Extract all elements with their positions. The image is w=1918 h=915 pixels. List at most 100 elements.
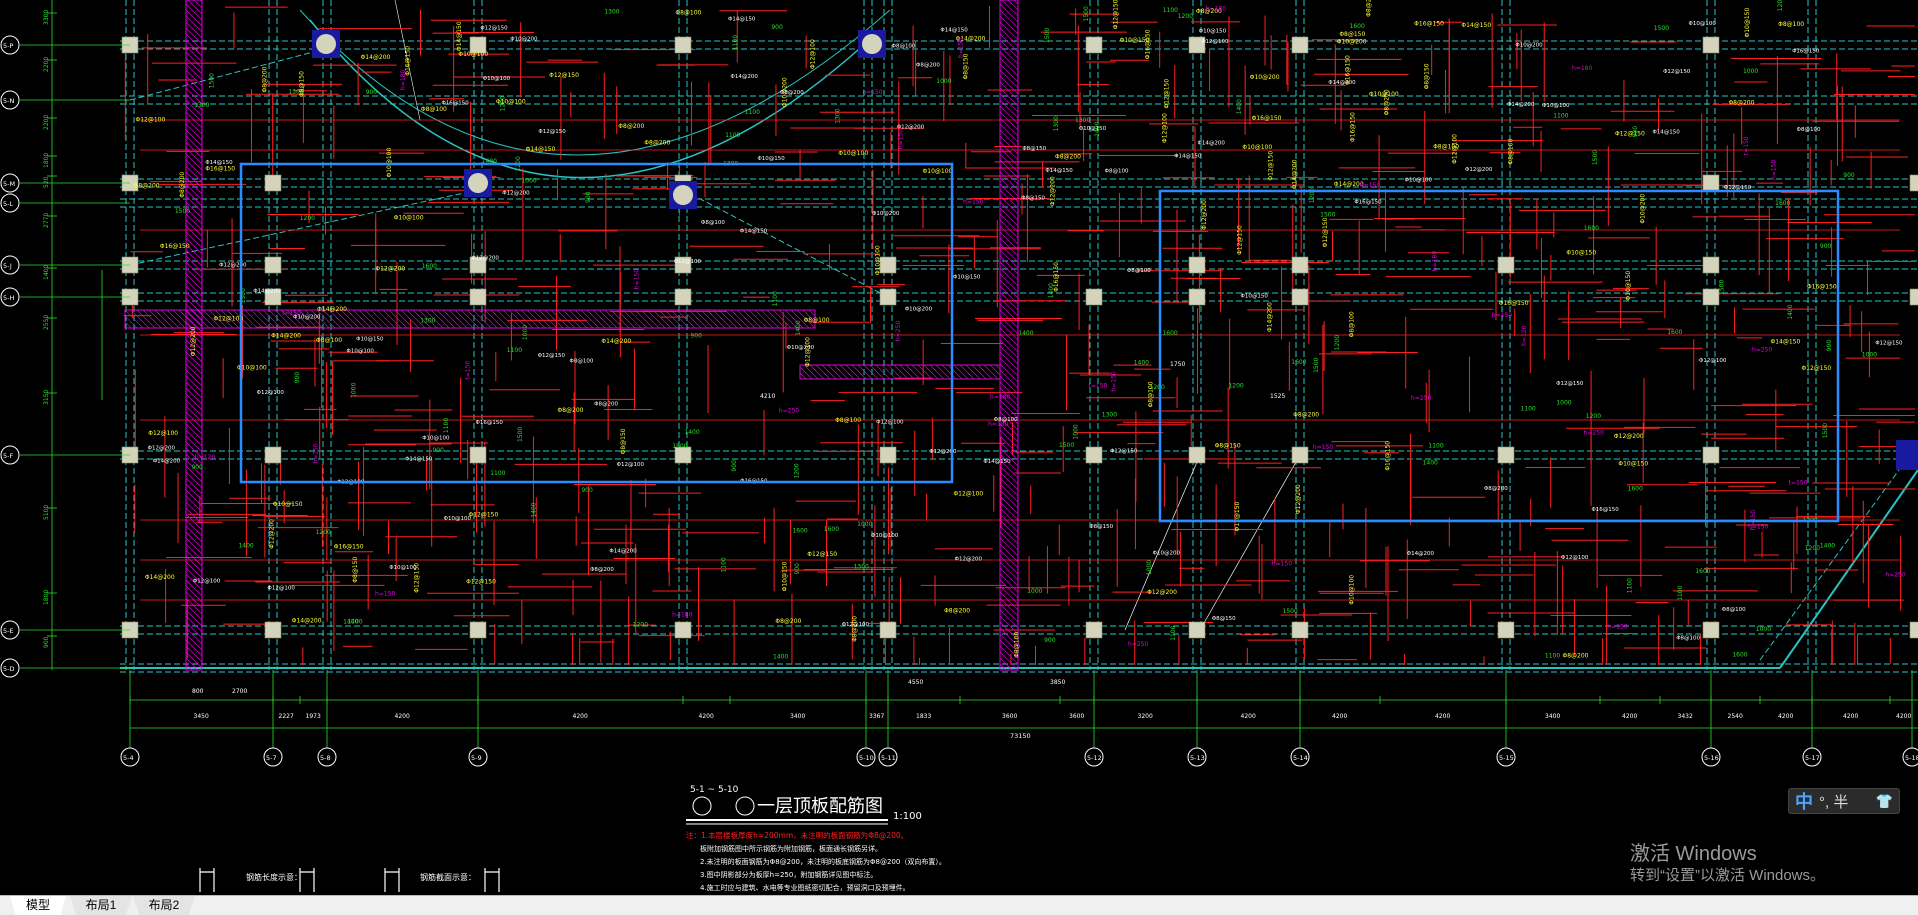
rebar-label: Φ12@150 — [1801, 365, 1831, 372]
rebar-label-white: Φ12@200 — [502, 190, 530, 196]
rebar-label: Φ8@200 — [1728, 99, 1754, 106]
windows-activation-watermark: 激活 Windows 转到“设置”以激活 Windows。 — [1630, 842, 1825, 886]
rebar-label: Φ12@100 — [804, 337, 811, 367]
tab-layout1[interactable]: 布局1 — [70, 896, 132, 915]
rebar-label: 1500 — [1083, 6, 1090, 21]
rebar-label-white: Φ12@150 — [1663, 69, 1691, 75]
dim-label-bottom: 3432 — [1678, 713, 1693, 720]
rebar-label-white: Φ8@100 — [570, 359, 594, 365]
rebar-label: 1300 — [420, 317, 435, 324]
dim-label-total: 73150 — [1010, 732, 1031, 740]
rebar-label: h=120 — [195, 454, 215, 461]
rebar-label-white: Φ10@150 — [1199, 29, 1227, 35]
hatch-stroke — [935, 364, 951, 380]
rebar-label-white: Φ10@200 — [293, 315, 321, 321]
slab-edge-diagonal — [1779, 469, 1918, 669]
tab-layout2[interactable]: 布局2 — [133, 896, 195, 915]
rebar-label: Φ12@150 — [1322, 217, 1329, 247]
column-base — [1896, 440, 1918, 470]
rebar-label: Φ14@200 — [292, 618, 322, 625]
hatch-stroke — [953, 364, 969, 380]
drawing-viewport[interactable]: 1100 1500 900 Φ12@100 900 h=180 t=150 1400 Φ8@10… — [0, 0, 1918, 895]
layout-tab-bar: 模型 布局1 布局2 — [0, 895, 1918, 915]
stair-line — [1199, 454, 1301, 631]
dim-label-left: 2200 — [43, 115, 50, 130]
dim-label-bottom: 4200 — [1778, 713, 1793, 720]
hatch-stroke — [923, 364, 939, 380]
rebar-label-white: Φ8@100 — [1127, 268, 1151, 274]
rebar-label: 1500 — [1283, 608, 1298, 615]
tab-model[interactable]: 模型 — [10, 896, 66, 915]
rebar-label: 900 — [432, 447, 444, 454]
rebar-label: 1300 — [604, 8, 619, 15]
rebar-label-white: Φ12@200 — [1465, 167, 1493, 173]
dim-label-left: 1400 — [43, 265, 50, 280]
column — [1497, 256, 1515, 274]
column-round — [673, 185, 693, 205]
rebar-label: Φ10@100 — [1242, 144, 1272, 151]
drawing-canvas[interactable]: 11001500900Φ12@100900h=180t=1501400Φ8@10… — [0, 0, 1918, 895]
hatch-stroke — [799, 372, 807, 380]
rebar-label: Φ8@200 — [557, 407, 583, 414]
shirt-icon[interactable]: 👕 — [1876, 793, 1893, 810]
rebar-label: 1000 — [857, 521, 872, 528]
rebar-label: Φ12@150 — [1164, 79, 1171, 109]
selection-highlight-layer — [239, 162, 1840, 523]
drawing-title-block: 5-1 ~ 5-10 一层顶板配筋图 1:100 注：1.本层楼板厚度h=200… — [246, 785, 946, 892]
rebar-label: h=250 — [1411, 395, 1431, 402]
rebar-label: 1500 — [1059, 442, 1074, 449]
rebar-label-white: Φ8@100 — [994, 417, 1018, 423]
dim-label-misc: 4210 — [760, 393, 775, 400]
rebar-label-white: Φ10@200 — [905, 306, 933, 312]
ime-status-indicator[interactable]: 中 °, 半 👕 — [1788, 788, 1900, 814]
rebar-label: 1500 — [208, 73, 215, 88]
rebar-label: Φ8@150 — [1339, 31, 1365, 38]
rebar-label: 1600 — [1350, 23, 1365, 30]
rebar-label: t=150 — [1743, 136, 1750, 155]
rebar-label: 1400 — [773, 654, 788, 661]
rebar-label: h=120 — [1521, 325, 1528, 345]
rebar-label: Φ12@200 — [1201, 200, 1208, 230]
legend-rebar-glyph — [484, 868, 500, 892]
rebar-label-white: Φ16@150 — [1354, 200, 1382, 206]
rebar-label: 1000 — [1146, 560, 1153, 575]
rebar-label: 1600 — [1628, 486, 1643, 493]
column — [1085, 446, 1103, 464]
rebar-label: 1500 — [1654, 25, 1669, 32]
legend-rebar-glyph — [199, 868, 215, 892]
column — [674, 621, 692, 639]
axis-label-left: 5-E — [3, 627, 14, 635]
drawing-title-prefix: 5-1 ~ 5-10 — [690, 785, 739, 795]
rebar-label: h=150 — [313, 443, 320, 463]
rebar-label: Φ10@150 — [1625, 271, 1632, 301]
rebar-label-white: Φ10@200 — [872, 211, 900, 217]
rebar-label-white: Φ14@150 — [940, 27, 968, 33]
rebar-label: Φ12@100 — [1162, 113, 1169, 143]
rebar-label: 1400 — [1018, 330, 1033, 337]
rebar-label-white: Φ12@150 — [1556, 381, 1584, 387]
rebar-label: Φ12@100 — [135, 116, 165, 123]
column — [879, 256, 897, 274]
column — [1702, 256, 1720, 274]
rebar-label: 1100 — [1170, 625, 1177, 640]
rebar-label: h=150 — [897, 129, 904, 149]
rebar-label: 1500 — [517, 427, 524, 442]
rebar-label: 1500 — [1592, 150, 1599, 165]
rebar-label: 1100 — [1553, 112, 1568, 119]
rebar-label: 1600 — [792, 527, 807, 534]
column — [1291, 36, 1309, 54]
ime-language-label[interactable]: 中 — [1795, 788, 1813, 814]
drawing-scale: 1:100 — [893, 811, 922, 822]
rebar-label: h=150 — [1272, 560, 1292, 567]
rebar-label: Φ10@100 — [394, 214, 424, 221]
hatch-stroke — [911, 364, 927, 380]
rebar-label-white: Φ8@150 — [1212, 616, 1236, 622]
column — [1909, 288, 1918, 306]
rebar-label: 1100 — [1520, 406, 1535, 413]
ime-symbols-label[interactable]: °, 半 — [1819, 791, 1848, 812]
rebar-label: 1100 — [1626, 578, 1633, 593]
rebar-label: 1500 — [1320, 212, 1335, 219]
axis-label-bottom: 5-15 — [1499, 754, 1514, 762]
rebar-label-white: Φ10@150 — [1079, 126, 1107, 132]
rebar-label: Φ16@150 — [1252, 115, 1282, 122]
